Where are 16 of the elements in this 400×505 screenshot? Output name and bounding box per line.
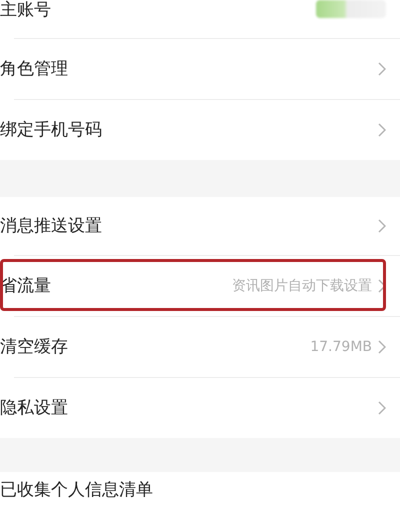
setting-label: 隐私设置 bbox=[0, 398, 68, 418]
chevron-icon bbox=[378, 279, 386, 293]
chevron-icon bbox=[378, 219, 386, 233]
blurred-value bbox=[316, 0, 386, 18]
setting-label: 绑定手机号码 bbox=[0, 120, 102, 140]
setting-label: 消息推送设置 bbox=[0, 216, 102, 236]
setting-value: 资讯图片自动下载设置 bbox=[232, 276, 372, 296]
chevron-icon bbox=[378, 123, 386, 137]
setting-label: 角色管理 bbox=[0, 59, 68, 79]
chevron-icon bbox=[378, 340, 386, 354]
setting-label: 清空缓存 bbox=[0, 337, 68, 357]
setting-value: 17.79MB bbox=[310, 338, 372, 356]
chevron-icon bbox=[378, 401, 386, 415]
chevron-icon bbox=[378, 62, 386, 76]
setting-label: 已收集个人信息清单 bbox=[0, 480, 153, 500]
setting-label: 主账号 bbox=[0, 0, 51, 20]
